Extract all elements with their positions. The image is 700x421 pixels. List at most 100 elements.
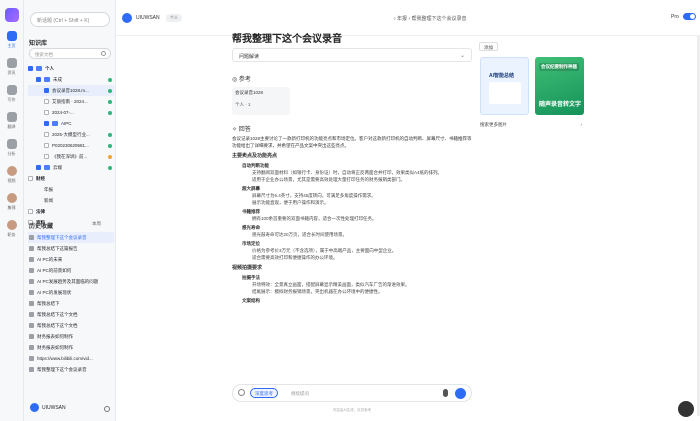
tree-item[interactable]: 艾丽指南 · 2024... <box>28 96 114 107</box>
history-item[interactable]: https://www.bilibili.com/vid... <box>28 353 114 364</box>
history-item[interactable]: 财务报表如何制作 <box>28 342 114 353</box>
history-label: 帮我总结下这篇报告 <box>37 245 78 251</box>
history-item[interactable]: AI PC的前景如何 <box>28 265 114 276</box>
main-area: UIUWSAN 个人 › 年报 › 帮我整理下这个会议录音 Pro 帮我整理下这… <box>116 0 700 421</box>
checkbox[interactable] <box>44 110 49 115</box>
tree-item[interactable]: 2024-07-... <box>28 107 114 118</box>
plus-icon[interactable] <box>238 389 245 396</box>
history-item[interactable]: 帮我总结下这篇报告 <box>28 243 114 254</box>
rail-item-collection[interactable]: 集锦 <box>0 193 23 211</box>
rail-item-job[interactable]: 职务 <box>0 220 23 238</box>
checkbox[interactable] <box>44 143 49 148</box>
history-label: 帮我总结下 <box>37 300 60 306</box>
avatar <box>6 220 17 230</box>
add-image-button[interactable]: 添加 <box>479 42 498 51</box>
history-item[interactable]: AI PC的发展现状 <box>28 287 114 298</box>
chat-icon <box>29 312 34 317</box>
history-label: 财务报表如何制作 <box>37 344 73 350</box>
checkbox[interactable] <box>28 209 33 214</box>
space-tag: 个人 <box>166 14 182 22</box>
bullet-text: 适合需要高效打印和便捷操作的办公环境。 <box>252 255 338 260</box>
send-button[interactable] <box>455 388 466 399</box>
question-type-value: 问题解读 <box>239 54 260 60</box>
folder-icon <box>52 121 58 126</box>
status-dot <box>108 154 112 159</box>
tree-item[interactable]: 财经 <box>28 173 114 184</box>
checkbox[interactable] <box>28 176 33 181</box>
tree-item[interactable]: 2025-大模型行业... <box>28 129 114 140</box>
tree-item[interactable]: 会议录音1028.m... <box>28 85 114 96</box>
tree-label: 会议录音1028.m... <box>52 87 89 93</box>
kb-search-input[interactable]: 搜索文档 <box>29 48 111 59</box>
new-chat-button[interactable]: 新话题 (Ctrl + Shift + K) <box>30 12 110 27</box>
tree-label: AIPC <box>61 121 72 126</box>
history-label: AI PC的未来 <box>37 256 63 262</box>
image-result[interactable]: 会议纪要制作神器 随声录音转文字 <box>535 57 584 115</box>
history-filter[interactable]: 本周 <box>92 221 101 227</box>
checkbox[interactable] <box>36 77 41 82</box>
tree-item[interactable]: 个人 <box>28 63 114 74</box>
reference-heading: ◎ 参考 <box>232 77 251 83</box>
tree-label: 财经 <box>36 175 45 181</box>
tree-item[interactable]: 年报 <box>28 184 114 195</box>
rail-item-translate[interactable]: 翻译 <box>0 112 23 130</box>
gear-icon[interactable] <box>104 406 110 412</box>
chat-icon <box>29 367 34 372</box>
checkbox[interactable] <box>28 66 33 71</box>
bullet-text: 适用于企业办公场景，尤其是需要高效处理大量打印任务的财务报销类部门。 <box>252 177 405 182</box>
avatar <box>6 166 17 176</box>
rail-item-news[interactable]: 资讯 <box>0 58 23 76</box>
history-item[interactable]: 帮我整理下这个会议录音 <box>28 232 114 243</box>
tree-item[interactable]: 云端 <box>28 162 114 173</box>
pro-toggle[interactable] <box>683 13 696 20</box>
image-result[interactable]: AI智能总结 <box>480 57 529 115</box>
bullet-text: 结尾展示：模拟财务报销场景，突出机器在办公环境中的便捷性。 <box>252 289 383 294</box>
translate-icon <box>6 112 17 122</box>
reference-card[interactable]: 会议录音1028 个人 · 1 <box>232 87 290 115</box>
rail-item-video[interactable]: 视频 <box>0 166 23 184</box>
rail-item-analyze[interactable]: 分析 <box>0 139 23 157</box>
reference-heading-label: 参考 <box>238 77 251 83</box>
tree-item[interactable]: 未成 <box>28 74 114 85</box>
more-images-link[interactable]: 搜索更多图片 › <box>480 122 584 128</box>
history-item[interactable]: AI PC的未来 <box>28 254 114 265</box>
history-item[interactable]: 帮我总结下这个文档 <box>28 320 114 331</box>
tree-label: 艾丽指南 · 2024... <box>52 98 88 104</box>
history-item[interactable]: 财务报表如何制作 <box>28 331 114 342</box>
chat-input[interactable]: 深度思考 继续提问 <box>232 384 472 402</box>
rail-item-home[interactable]: 主页 <box>0 31 23 49</box>
tree-label: 未成 <box>53 76 62 82</box>
checkbox[interactable] <box>44 88 49 93</box>
history-item[interactable]: 帮我总结下这个文档 <box>28 309 114 320</box>
checkbox[interactable] <box>36 165 41 170</box>
answer-heading-label: 回答 <box>238 127 251 133</box>
chat-icon <box>29 345 34 350</box>
assistant-avatar-icon[interactable] <box>678 401 694 417</box>
rail-item-write[interactable]: 写作 <box>0 85 23 103</box>
tree-item[interactable]: 《我在深圳》前... <box>28 151 114 162</box>
deep-think-toggle[interactable]: 深度思考 <box>250 388 278 398</box>
user-profile[interactable]: UIUWSAN <box>30 403 66 412</box>
rail-label: 资讯 <box>7 70 16 75</box>
tree-item[interactable]: 法律 <box>28 206 114 217</box>
chevron-right-icon: › <box>580 122 583 127</box>
checkbox[interactable] <box>44 132 49 137</box>
top-user-name: UIUWSAN <box>136 15 160 21</box>
history-item[interactable]: AI PC发展趋势及其面临的问题 <box>28 276 114 287</box>
tree-item[interactable]: 新闻 <box>28 195 114 206</box>
mic-icon[interactable] <box>443 389 448 397</box>
image-caption: AI智能总结 <box>489 73 515 79</box>
bullet-text: 开场特效：全景真立画面，搭配屏幕显示精美画面，类似汽车广告的渐进效果。 <box>252 282 410 287</box>
checkbox[interactable] <box>44 154 49 159</box>
history-item[interactable]: 帮我整理下这个会议录音 <box>28 364 114 375</box>
checkbox[interactable] <box>44 99 49 104</box>
avatar <box>6 193 17 203</box>
kb-search-placeholder: 搜索文档 <box>35 52 53 57</box>
breadcrumb[interactable]: › 年报 › 帮我整理下这个会议录音 <box>394 15 467 22</box>
history-item[interactable]: 帮我总结下 <box>28 298 114 309</box>
question-type-select[interactable]: 问题解读 ⌄ <box>232 48 472 62</box>
checkbox[interactable] <box>44 121 49 126</box>
tree-item[interactable]: P020230629581... <box>28 140 114 151</box>
tree-item[interactable]: AIPC <box>28 118 114 129</box>
image-caption: 随声录音转文字 <box>539 102 582 108</box>
